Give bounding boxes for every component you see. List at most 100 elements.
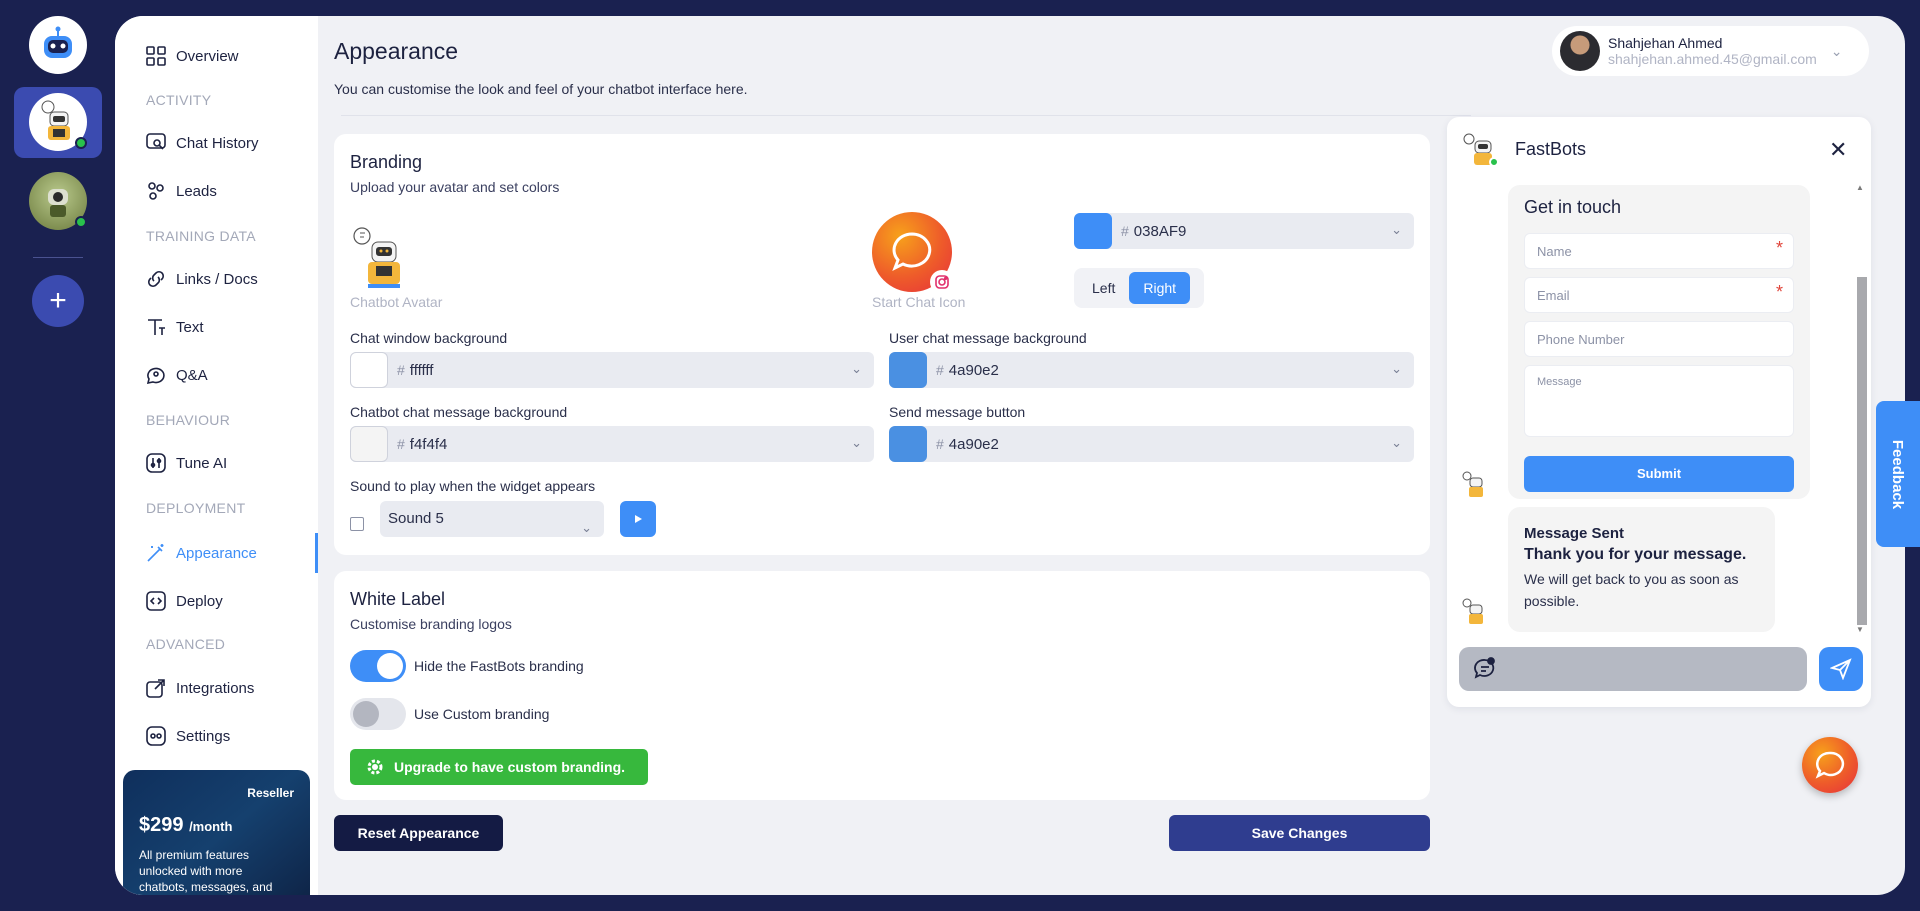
active-indicator: [315, 533, 318, 573]
user-msg-bg-select[interactable]: # 4a90e2 ⌄: [889, 352, 1414, 388]
sidebar-item-label: Links / Docs: [176, 270, 258, 288]
user-email: shahjehan.ahmed.45@gmail.com: [1608, 51, 1817, 67]
send-btn-color-value: 4a90e2: [948, 435, 999, 453]
sidebar: Overview ACTIVITY Chat History Leads TRA…: [115, 16, 318, 895]
bot-avatar-secondary[interactable]: [29, 172, 87, 230]
message-sent-bubble: Message Sent Thank you for your message.…: [1508, 507, 1775, 632]
sidebar-item-label: Integrations: [176, 679, 255, 697]
sidebar-item-text[interactable]: Text: [146, 312, 204, 342]
form-title: Get in touch: [1524, 197, 1622, 217]
scroll-down-icon[interactable]: ▼: [1856, 625, 1864, 634]
hash-prefix: #: [936, 362, 944, 378]
send-btn-label: Send message button: [889, 404, 1026, 420]
chatbot-avatar-upload[interactable]: [350, 224, 408, 292]
accent-color-select[interactable]: # 038AF9 ⌄: [1074, 213, 1414, 249]
nav-section-behaviour: BEHAVIOUR: [146, 412, 231, 428]
robot-logo-icon[interactable]: [29, 16, 87, 74]
contact-form: Get in touch Name * Email * Phone Number M…: [1508, 185, 1810, 499]
sidebar-item-chat-history[interactable]: Chat History: [146, 128, 259, 158]
hash-prefix: #: [397, 362, 405, 378]
magic-wand-icon: [146, 543, 166, 563]
white-label-card: White Label Customise branding logos Hid…: [334, 571, 1430, 800]
sidebar-item-overview[interactable]: Overview: [146, 41, 239, 71]
widget-title: FastBots: [1515, 139, 1587, 159]
rail-divider: [33, 257, 83, 258]
sent-followup: We will get back to you as soon as possi…: [1524, 571, 1739, 609]
name-field[interactable]: Name *: [1524, 233, 1794, 269]
online-status-dot: [75, 137, 87, 149]
name-placeholder: Name: [1537, 244, 1572, 259]
gear-icon: [367, 759, 383, 775]
sidebar-item-label: Q&A: [176, 366, 208, 384]
start-chat-icon-upload[interactable]: [872, 212, 954, 294]
save-changes-button[interactable]: Save Changes: [1169, 815, 1430, 851]
custom-branding-toggle[interactable]: [350, 698, 406, 730]
required-marker: *: [1775, 238, 1783, 258]
white-label-subtitle: Customise branding logos: [350, 616, 512, 632]
feedback-label: Feedback: [1889, 439, 1907, 509]
sidebar-item-label: Tune AI: [176, 454, 228, 472]
scrollbar-thumb[interactable]: [1857, 277, 1867, 625]
sidebar-item-appearance[interactable]: Appearance: [146, 538, 257, 568]
branding-subtitle: Upload your avatar and set colors: [350, 179, 560, 195]
sidebar-item-qa[interactable]: Q&A: [146, 360, 208, 390]
sidebar-item-tune-ai[interactable]: Tune AI: [146, 448, 227, 478]
reset-appearance-button[interactable]: Reset Appearance: [334, 815, 503, 851]
chat-window-bg-value: ffffff: [409, 361, 434, 379]
message-field[interactable]: Message: [1524, 365, 1794, 437]
submit-button[interactable]: Submit: [1524, 456, 1794, 492]
chat-window-bg-select[interactable]: # ffffff ⌄: [350, 352, 874, 388]
sidebar-item-settings[interactable]: Settings: [146, 721, 230, 751]
sent-title: Message Sent: [1524, 525, 1625, 542]
sidebar-item-label: Text: [176, 318, 204, 336]
user-menu[interactable]: Shahjehan Ahmed shahjehan.ahmed.45@gmail…: [1552, 26, 1869, 76]
bot-avatar-icon: [1461, 470, 1487, 500]
bot-avatar-fastbots[interactable]: [29, 93, 87, 151]
sidebar-item-deploy[interactable]: Deploy: [146, 586, 223, 616]
chat-launcher-button[interactable]: [1802, 737, 1858, 793]
email-field[interactable]: Email *: [1524, 277, 1794, 313]
sidebar-item-links-docs[interactable]: Links / Docs: [146, 264, 258, 294]
sidebar-item-label: Overview: [176, 47, 239, 65]
reseller-promo-card[interactable]: Reseller $299 /month All premium feature…: [123, 770, 310, 895]
branding-card: Branding Upload your avatar and set colo…: [334, 134, 1430, 555]
chat-message-input[interactable]: [1459, 647, 1807, 691]
chat-bubble-icon[interactable]: [1473, 657, 1497, 686]
sound-select[interactable]: Sound 5 ⌄: [380, 501, 604, 537]
promo-badge: Reseller: [247, 786, 294, 800]
hide-branding-toggle[interactable]: [350, 650, 406, 682]
phone-placeholder: Phone Number: [1537, 332, 1625, 347]
bot-msg-bg-select[interactable]: # f4f4f4 ⌄: [350, 426, 874, 462]
phone-field[interactable]: Phone Number: [1524, 321, 1794, 357]
feedback-tab[interactable]: Feedback: [1876, 401, 1920, 547]
sound-value: Sound 5: [388, 510, 444, 527]
online-status-dot: [1489, 157, 1499, 167]
bot-msg-bg-value: f4f4f4: [409, 435, 448, 453]
sidebar-item-label: Chat History: [176, 134, 259, 152]
position-right-button[interactable]: Right: [1129, 272, 1191, 304]
chevron-down-icon: ⌄: [1391, 361, 1402, 376]
upgrade-button[interactable]: Upgrade to have custom branding.: [350, 749, 648, 785]
sound-label: Sound to play when the widget appears: [350, 478, 596, 494]
play-sound-button[interactable]: [620, 501, 656, 537]
accent-color-value: 038AF9: [1133, 222, 1187, 240]
scroll-up-icon[interactable]: ▲: [1856, 183, 1864, 192]
add-bot-button[interactable]: +: [32, 275, 84, 327]
nav-section-deployment: DEPLOYMENT: [146, 500, 246, 516]
color-swatch: [889, 426, 927, 462]
send-button[interactable]: [1819, 647, 1863, 691]
email-placeholder: Email: [1537, 288, 1570, 303]
page-title: Appearance: [334, 38, 459, 64]
close-icon[interactable]: ✕: [1829, 137, 1847, 163]
sidebar-item-leads[interactable]: Leads: [146, 176, 217, 206]
nav-section-advanced: ADVANCED: [146, 636, 226, 652]
position-left-button[interactable]: Left: [1078, 272, 1129, 304]
accent-color-swatch: [1074, 213, 1112, 249]
send-btn-color-select[interactable]: # 4a90e2 ⌄: [889, 426, 1414, 462]
chat-window-bg-label: Chat window background: [350, 330, 508, 346]
user-info: Shahjehan Ahmed shahjehan.ahmed.45@gmail…: [1608, 35, 1817, 67]
online-status-dot: [75, 216, 87, 228]
sidebar-item-integrations[interactable]: Integrations: [146, 673, 254, 703]
sound-enabled-checkbox[interactable]: [350, 517, 364, 531]
code-icon: [146, 591, 166, 611]
